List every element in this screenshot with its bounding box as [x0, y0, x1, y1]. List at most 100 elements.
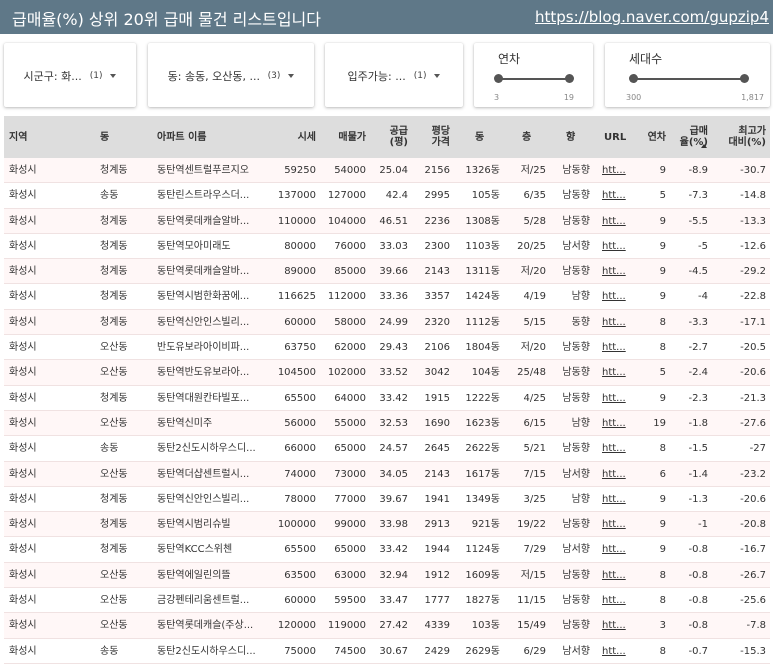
- col-header-floor[interactable]: 층: [522, 116, 531, 158]
- cell-url[interactable]: htt...: [602, 462, 626, 487]
- cell-floor: 저/25: [520, 165, 546, 176]
- cell-url[interactable]: htt...: [602, 537, 626, 562]
- col-header-direction[interactable]: 향: [566, 116, 575, 158]
- households-slider-track[interactable]: [633, 78, 745, 80]
- cell-url[interactable]: htt...: [602, 487, 626, 512]
- table-row: 화성시 청계동 동탄역롯데캐슬알바... 89000 85000 39.66 2143 131…: [4, 259, 770, 285]
- cell-url[interactable]: htt...: [602, 209, 626, 234]
- cell-url[interactable]: htt...: [602, 563, 626, 588]
- col-header-price-per-pyeong[interactable]: 평당 가격: [416, 116, 450, 158]
- cell-maxdiff: -7.8: [746, 620, 766, 632]
- cell-url[interactable]: htt...: [602, 386, 626, 411]
- cell-url[interactable]: htt...: [602, 411, 626, 436]
- col-header-years[interactable]: 연차: [640, 116, 666, 158]
- cell-region: 화성시: [9, 367, 37, 379]
- cell-apt: 동탄역신미주: [157, 417, 213, 429]
- cell-rate: -5.5: [688, 215, 708, 227]
- cell-url[interactable]: htt...: [602, 335, 626, 360]
- cell-bldg: 1112동: [465, 316, 500, 328]
- cell-years: 9: [659, 291, 666, 303]
- cell-dir: 남동향: [562, 215, 590, 227]
- cell-region: 화성시: [9, 443, 37, 455]
- cell-url[interactable]: htt...: [602, 360, 626, 385]
- households-slider-min-handle[interactable]: [629, 74, 638, 83]
- cell-url[interactable]: htt...: [602, 639, 626, 664]
- cell-rate: -8.9: [688, 165, 708, 176]
- cell-years: 8: [659, 316, 666, 328]
- cell-dir: 남동향: [562, 165, 590, 176]
- cell-region: 화성시: [9, 190, 37, 202]
- cell-maxdiff: -23.2: [740, 468, 766, 480]
- col-header-apt-name[interactable]: 아파트 이름: [157, 116, 206, 158]
- cell-rate: -7.3: [688, 190, 708, 202]
- col-header-dong[interactable]: 동: [100, 116, 109, 158]
- cell-url[interactable]: htt...: [602, 588, 626, 613]
- cell-ppp: 2143: [424, 266, 450, 278]
- age-slider-max-handle[interactable]: [565, 74, 574, 83]
- cell-region: 화성시: [9, 544, 37, 556]
- region-filter-dropdown[interactable]: 시군구: 화... (1): [4, 43, 136, 107]
- cell-dir: 남향: [571, 291, 590, 303]
- col-header-region[interactable]: 지역: [9, 116, 27, 158]
- col-header-building[interactable]: 동: [475, 116, 484, 158]
- cell-price: 56000: [284, 417, 316, 429]
- cell-url[interactable]: htt...: [602, 512, 626, 537]
- col-header-price[interactable]: 시세: [274, 116, 316, 158]
- cell-dir: 남동향: [562, 569, 590, 581]
- cell-url[interactable]: htt...: [602, 158, 626, 183]
- cell-floor: 5/28: [523, 215, 546, 227]
- col-header-sale-price[interactable]: 매물가: [322, 116, 366, 158]
- cell-region: 화성시: [9, 240, 37, 252]
- cell-region: 화성시: [9, 266, 37, 278]
- col-header-area[interactable]: 공급 (평): [374, 116, 408, 158]
- cell-region: 화성시: [9, 392, 37, 404]
- dong-filter-label: 동: 송동, 오산동, ...: [167, 70, 260, 83]
- cell-years: 5: [659, 367, 666, 379]
- cell-sale: 64000: [334, 392, 366, 404]
- age-slider-track[interactable]: [498, 78, 570, 80]
- cell-sale: 77000: [334, 493, 366, 505]
- cell-url[interactable]: htt...: [602, 436, 626, 461]
- cell-maxdiff: -26.7: [740, 569, 766, 581]
- dong-filter-dropdown[interactable]: 동: 송동, 오산동, ... (3): [148, 43, 314, 107]
- cell-dong: 오산동: [100, 417, 128, 429]
- cell-region: 화성시: [9, 291, 37, 303]
- table-row: 화성시 오산동 동탄역신미주 56000 55000 32.53 1690 1623동 6/15…: [4, 410, 770, 437]
- cell-bldg: 1103동: [465, 240, 500, 252]
- cell-price: 75000: [284, 645, 316, 657]
- cell-url[interactable]: htt...: [602, 310, 626, 335]
- cell-bldg: 1222동: [465, 392, 500, 404]
- cell-url[interactable]: htt...: [602, 613, 626, 638]
- col-header-url[interactable]: URL: [604, 116, 626, 158]
- cell-url[interactable]: htt...: [602, 234, 626, 259]
- blog-link[interactable]: https://blog.naver.com/gupzip4: [535, 8, 769, 26]
- movein-filter-dropdown[interactable]: 입주가능: ... (1): [325, 43, 463, 107]
- age-slider-min-handle[interactable]: [494, 74, 503, 83]
- cell-sale: 99000: [334, 519, 366, 531]
- households-slider-max-handle[interactable]: [740, 74, 749, 83]
- cell-sale: 73000: [334, 468, 366, 480]
- cell-url[interactable]: htt...: [602, 284, 626, 309]
- col-header-max-price-diff[interactable]: 최고가 대비(%): [722, 116, 766, 158]
- cell-bldg: 1804동: [465, 342, 500, 354]
- sort-asc-icon[interactable]: [701, 144, 707, 148]
- cell-floor: 20/25: [517, 240, 546, 252]
- cell-maxdiff: -15.3: [740, 645, 766, 657]
- chevron-down-icon: [110, 74, 117, 78]
- cell-price: 59250: [284, 165, 316, 176]
- cell-region: 화성시: [9, 519, 37, 531]
- cell-area: 34.05: [379, 468, 408, 480]
- cell-apt: 동탄역시범리슈빌: [157, 519, 231, 531]
- table-row: 화성시 청계동 동탄역KCC스위첸 65500 65000 33.42 1944 1124동 7…: [4, 537, 770, 563]
- col-header-urgent-rate[interactable]: 급매 율(%): [674, 116, 708, 158]
- cell-dir: 남동향: [562, 266, 590, 278]
- cell-floor: 5/15: [523, 316, 546, 328]
- cell-ppp: 2429: [424, 645, 450, 657]
- cell-area: 25.04: [379, 165, 408, 176]
- cell-area: 29.43: [379, 342, 408, 354]
- cell-url[interactable]: htt...: [602, 259, 626, 284]
- cell-url[interactable]: htt...: [602, 183, 626, 208]
- cell-dir: 남동향: [562, 595, 590, 607]
- table-row: 화성시 송동 동탄린스트라우스더... 137000 127000 42.4 2995 105…: [4, 183, 770, 209]
- cell-rate: -2.3: [688, 392, 708, 404]
